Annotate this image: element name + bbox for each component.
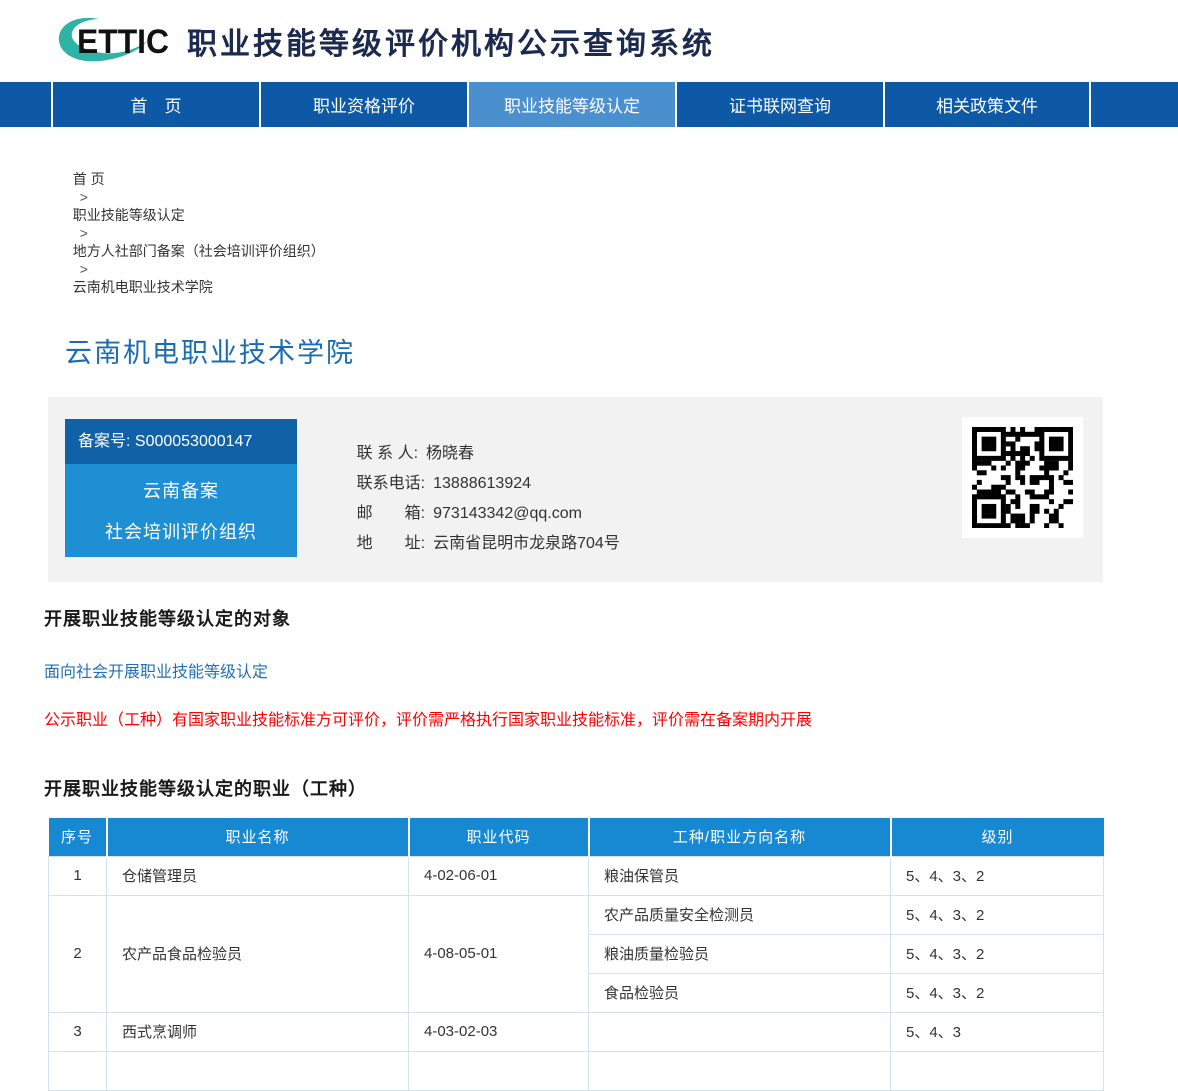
header-cell-code: 职业代码 — [409, 818, 589, 856]
cettic-logo-icon: ETTIC — [55, 15, 173, 67]
table-row: 1仓储管理员4-02-06-01粮油保管员5、4、3、2 — [49, 856, 1104, 895]
notice-text: 公示职业（工种）有国家职业技能标准方可评价，评价需严格执行国家职业技能标准，评价… — [44, 706, 1178, 730]
breadcrumb-separator: > — [80, 261, 88, 277]
qr-code-image — [972, 427, 1073, 528]
cell-direction — [589, 1051, 891, 1090]
jobs-table-body: 1仓储管理员4-02-06-01粮油保管员5、4、3、22农产品食品检验员4-0… — [49, 856, 1104, 1090]
jobs-table-header-row: 序号 职业名称 职业代码 工种/职业方向名称 级别 — [49, 818, 1104, 856]
cell-code: 4-08-05-01 — [409, 895, 589, 1012]
cell-code: 4-03-02-03 — [409, 1012, 589, 1051]
qr-code — [962, 417, 1083, 538]
contact-phone-value: 13888613924 — [433, 475, 531, 492]
header-cell-level: 级别 — [891, 818, 1104, 856]
jobs-table: 序号 职业名称 职业代码 工种/职业方向名称 级别 1仓储管理员4-02-06-… — [48, 818, 1104, 1091]
breadcrumb-separator: > — [80, 189, 88, 205]
target-text: 面向社会开展职业技能等级认定 — [44, 658, 1178, 682]
contact-address-value: 云南省昆明市龙泉路704号 — [433, 535, 620, 552]
cell-level: 5、4、3、2 — [891, 895, 1104, 934]
page-title: 云南机电职业技术学院 — [65, 331, 1178, 370]
cell-level: 5、4、3 — [891, 1012, 1104, 1051]
breadcrumb-separator: > — [80, 225, 88, 241]
breadcrumb-local-record[interactable]: 地方人社部门备案（社会培训评价组织） — [73, 243, 325, 259]
nav-item-qualification-eval[interactable]: 职业资格评价 — [259, 82, 467, 127]
jobs-section-heading: 开展职业技能等级认定的职业（工种） — [44, 775, 1178, 801]
table-row: 2农产品食品检验员4-08-05-01农产品质量安全检测员5、4、3、2 — [49, 895, 1104, 934]
cell-direction: 农产品质量安全检测员 — [589, 895, 891, 934]
breadcrumb-skill-level[interactable]: 职业技能等级认定 — [73, 207, 185, 223]
contact-person-row: 联 系 人:杨晓春 — [330, 421, 620, 441]
contact-address-label: 地 址: — [357, 529, 425, 553]
header-cell-name: 职业名称 — [107, 818, 409, 856]
nav-item-home[interactable]: 首 页 — [51, 82, 259, 127]
main-nav: 首 页 职业资格评价 职业技能等级认定 证书联网查询 相关政策文件 — [0, 82, 1178, 127]
cell-no: 2 — [49, 895, 107, 1012]
contact-email-value: 973143342@qq.com — [433, 505, 582, 522]
header-cell-no: 序号 — [49, 818, 107, 856]
top-header: ETTIC 职业技能等级评价机构公示查询系统 — [0, 0, 1178, 82]
cell-code — [409, 1051, 589, 1090]
breadcrumb-current-page: 云南机电职业技术学院 — [73, 279, 213, 295]
record-badge: 备案号: S000053000147 云南备案 社会培训评价组织 — [65, 419, 297, 557]
record-type-badge: 云南备案 社会培训评价组织 — [65, 464, 297, 557]
cell-no: 3 — [49, 1012, 107, 1051]
cell-no — [49, 1051, 107, 1090]
nav-item-certificate-query[interactable]: 证书联网查询 — [675, 82, 883, 127]
cell-name: 农产品食品检验员 — [107, 895, 409, 1012]
cell-direction: 粮油质量检验员 — [589, 934, 891, 973]
table-row: 3西式烹调师4-03-02-03 5、4、3 — [49, 1012, 1104, 1051]
record-org-type: 社会培训评价组织 — [105, 518, 257, 544]
cell-level: 5、4、3、2 — [891, 973, 1104, 1012]
site-title: 职业技能等级评价机构公示查询系统 — [187, 19, 715, 63]
nav-item-skill-level-cert[interactable]: 职业技能等级认定 — [467, 82, 675, 127]
logo-text: ETTIC — [77, 23, 169, 61]
institution-info-card: 备案号: S000053000147 云南备案 社会培训评价组织 联 系 人:杨… — [48, 397, 1103, 582]
cell-name — [107, 1051, 409, 1090]
cell-direction: 粮油保管员 — [589, 856, 891, 895]
record-number: 备案号: S000053000147 — [65, 419, 297, 464]
cell-level — [891, 1051, 1104, 1090]
contact-person-value: 杨晓春 — [426, 445, 474, 462]
breadcrumb-home[interactable]: 首 页 — [73, 171, 105, 187]
contact-email-label: 邮 箱: — [357, 499, 425, 523]
contact-info: 联 系 人:杨晓春 联系电话:13888613924 邮 箱:973143342… — [330, 421, 620, 541]
cell-level: 5、4、3、2 — [891, 934, 1104, 973]
cell-direction — [589, 1012, 891, 1051]
table-row — [49, 1051, 1104, 1090]
contact-phone-label: 联系电话: — [357, 469, 425, 493]
record-region: 云南备案 — [143, 477, 219, 503]
cell-name: 仓储管理员 — [107, 856, 409, 895]
cell-name: 西式烹调师 — [107, 1012, 409, 1051]
header-cell-direction: 工种/职业方向名称 — [589, 818, 891, 856]
contact-person-label: 联 系 人: — [357, 439, 418, 463]
cell-level: 5、4、3、2 — [891, 856, 1104, 895]
cell-direction: 食品检验员 — [589, 973, 891, 1012]
nav-item-policy-files[interactable]: 相关政策文件 — [883, 82, 1091, 127]
target-section-heading: 开展职业技能等级认定的对象 — [44, 605, 1178, 631]
cell-code: 4-02-06-01 — [409, 856, 589, 895]
cell-no: 1 — [49, 856, 107, 895]
breadcrumb: 首 页 > 职业技能等级认定 > 地方人社部门备案（社会培训评价组织） > 云南… — [65, 153, 1178, 297]
